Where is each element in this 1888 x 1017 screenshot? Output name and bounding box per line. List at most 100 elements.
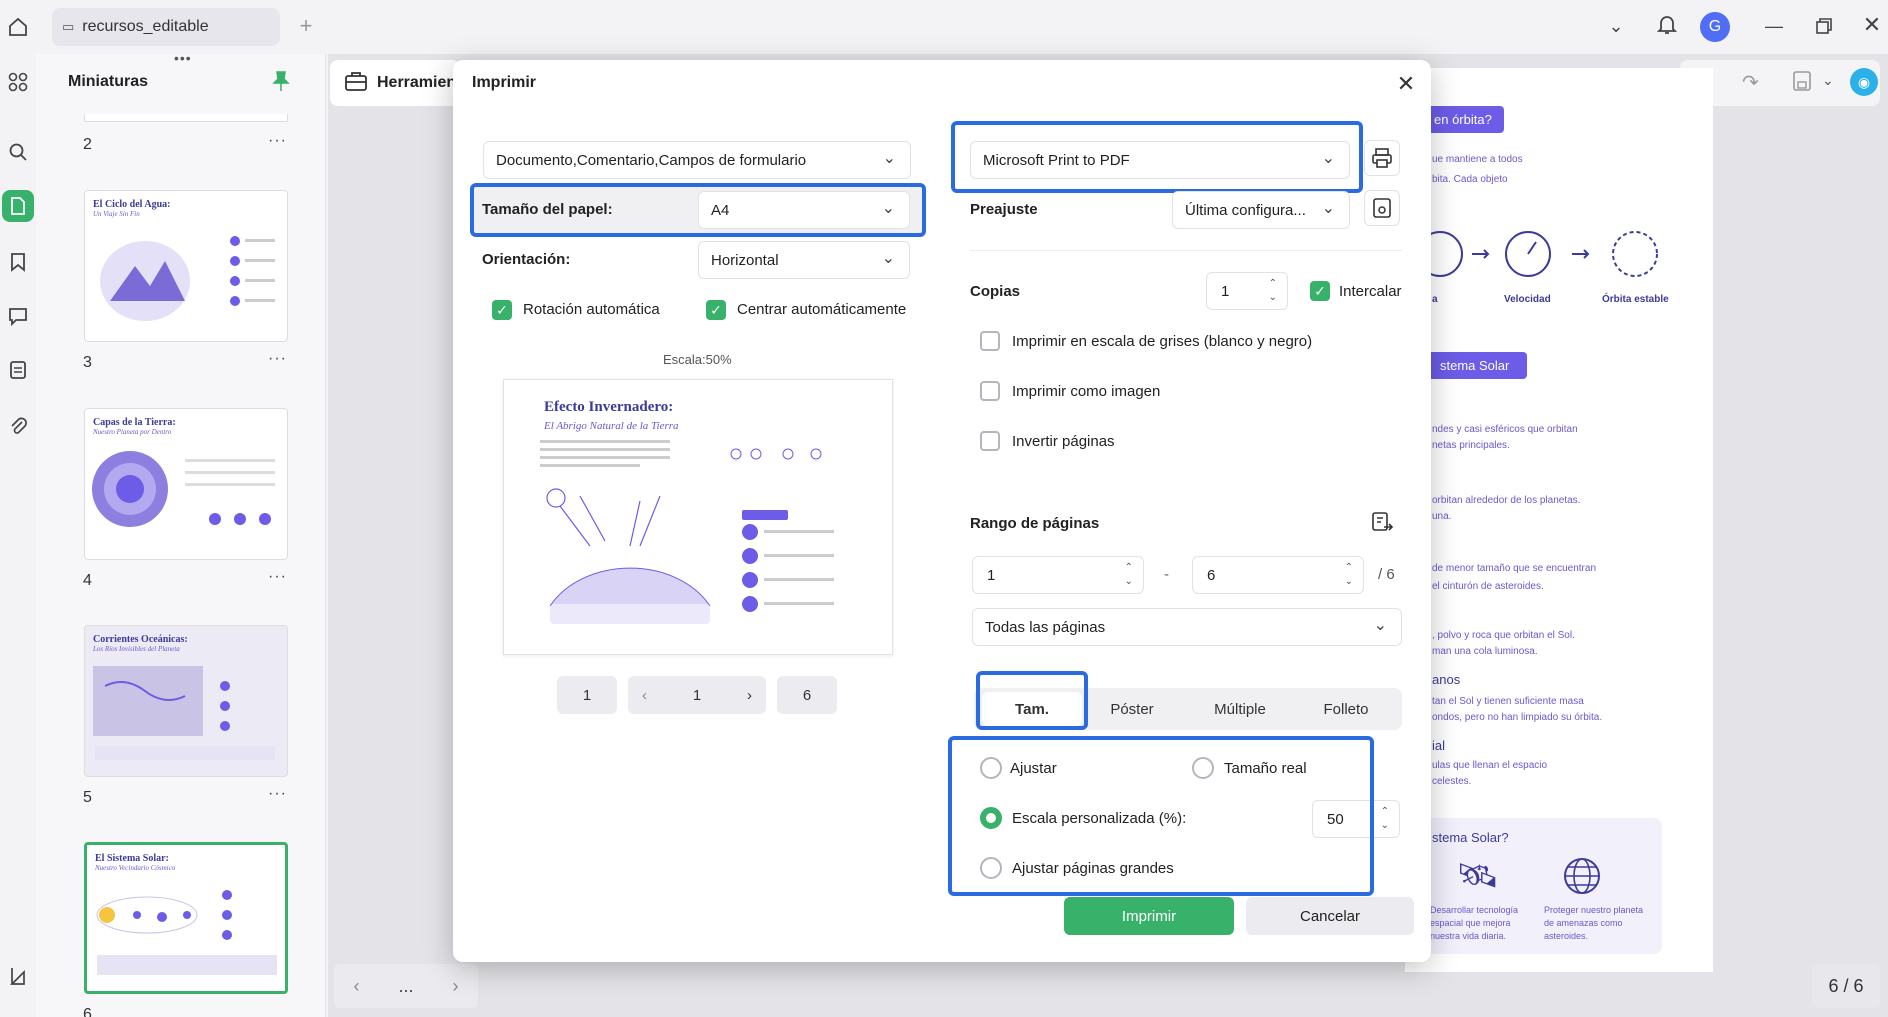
- thumbnail-page-3[interactable]: El Ciclo del Agua: Un Viaje Sin Fin: [84, 190, 288, 342]
- pager-first-button[interactable]: 1: [557, 676, 617, 714]
- search-icon[interactable]: [2, 136, 34, 168]
- range-from-input[interactable]: 1 ⌃ ⌄: [972, 556, 1144, 594]
- custom-scale-stepper-icon[interactable]: ⌃ ⌄: [1381, 805, 1389, 833]
- highlight-scale-options: [948, 736, 1374, 896]
- thumbnail-page-6[interactable]: El Sistema Solar: Nuestro Vecindario Cós…: [84, 842, 288, 994]
- bookmark-icon[interactable]: [2, 246, 34, 278]
- thumbnail-number: 3: [83, 354, 92, 371]
- auto-center-checkbox[interactable]: ✓: [706, 300, 726, 320]
- next-page-icon[interactable]: ›: [452, 976, 458, 997]
- auto-rotate-checkbox[interactable]: ✓: [492, 300, 512, 320]
- thumbnails-title: Miniaturas: [68, 73, 149, 90]
- thumbnail-2-edge: [84, 114, 288, 122]
- doc-text: una.: [1432, 511, 1452, 522]
- thumbnail-page-5[interactable]: Corrientes Oceánicas: Los Ríos Invisible…: [84, 625, 288, 777]
- doc-text: netas principales.: [1432, 440, 1510, 451]
- pager-current[interactable]: 1: [693, 687, 701, 704]
- page-range-settings-icon[interactable]: [1370, 510, 1394, 538]
- thumbnail-more-button[interactable]: ···: [268, 785, 287, 803]
- more-icon[interactable]: ...: [398, 976, 413, 997]
- tab-booklet[interactable]: Folleto: [1300, 688, 1392, 730]
- printer-properties-icon[interactable]: [1364, 140, 1400, 176]
- preview-title: Efecto Invernadero:: [544, 399, 674, 415]
- tab-multiple[interactable]: Múltiple: [1188, 688, 1292, 730]
- range-from-stepper-icon[interactable]: ⌃ ⌄: [1125, 561, 1133, 589]
- thumbnail-graphic: [92, 451, 275, 527]
- pages-select[interactable]: Todas las páginas: [972, 608, 1402, 646]
- panel-drag-handle[interactable]: •••: [174, 50, 192, 66]
- chevron-down-icon[interactable]: ⌄: [1604, 14, 1628, 38]
- avatar[interactable]: G: [1700, 12, 1730, 42]
- doc-text: de menor tamaño que se encuentran: [1432, 563, 1596, 574]
- thumbnail-subtitle: Un Viaje Sin Fin: [93, 210, 140, 218]
- save-icon[interactable]: [1792, 70, 1812, 96]
- save-preset-icon[interactable]: [1364, 190, 1400, 226]
- doc-text: ondos, pero no han limpiado su órbita.: [1432, 712, 1603, 723]
- preset-value: Última configura...: [1185, 201, 1306, 219]
- print-as-image-checkbox[interactable]: [980, 381, 1000, 401]
- file-tab[interactable]: ▭ recursos_editable: [52, 8, 280, 46]
- copies-stepper-icon[interactable]: ⌃ ⌄: [1269, 277, 1277, 305]
- restore-icon[interactable]: [1812, 14, 1836, 38]
- tools-label[interactable]: Herramien: [377, 74, 456, 92]
- thumbnail-graphic: [100, 236, 275, 321]
- range-to-stepper-icon[interactable]: ⌃ ⌄: [1345, 561, 1353, 589]
- bottom-page-nav: ‹ ... ›: [334, 964, 478, 1008]
- thumbnail-more-button[interactable]: ···: [268, 350, 287, 368]
- globe-icon: [1562, 856, 1602, 900]
- print-button[interactable]: Imprimir: [1064, 897, 1234, 935]
- orbit-diagram: [1417, 231, 1658, 277]
- range-to-value: 6: [1207, 566, 1216, 584]
- tools-icon[interactable]: [344, 70, 368, 96]
- reverse-pages-checkbox[interactable]: [980, 431, 1000, 451]
- grayscale-checkbox[interactable]: [980, 331, 1000, 351]
- thumbnail-subtitle: Los Ríos Invisibles del Planeta: [93, 645, 180, 653]
- close-icon[interactable]: ✕: [1394, 71, 1418, 96]
- thumbnail-title: Corrientes Oceánicas:: [93, 634, 188, 645]
- collate-checkbox[interactable]: ✓: [1310, 281, 1330, 301]
- comments-icon[interactable]: [2, 300, 34, 332]
- thumbnail-more-button[interactable]: ···: [268, 568, 287, 586]
- copies-value: 1: [1221, 282, 1230, 300]
- layers-icon[interactable]: [2, 960, 34, 992]
- new-tab-icon[interactable]: +: [294, 13, 318, 38]
- attachment-icon[interactable]: [2, 410, 34, 442]
- pager-prev-icon[interactable]: ‹: [642, 687, 647, 704]
- apps-grid-icon[interactable]: [2, 66, 34, 98]
- content-select[interactable]: Documento,Comentario,Campos de formulari…: [483, 141, 911, 179]
- prev-page-icon[interactable]: ‹: [353, 976, 359, 997]
- pager-last-button[interactable]: 6: [777, 676, 837, 714]
- doc-text: Proteger nuestro planeta de amenazas com…: [1544, 905, 1644, 941]
- thumbnail-title: El Ciclo del Agua:: [93, 199, 171, 210]
- preset-select[interactable]: Última configura...: [1172, 191, 1350, 229]
- doc-text: ulas que llenan el espacio: [1432, 760, 1548, 771]
- thumbnail-more-button[interactable]: ···: [268, 132, 287, 150]
- cancel-button[interactable]: Cancelar: [1246, 897, 1414, 935]
- thumbnail-number: 5: [83, 789, 92, 806]
- minimize-icon[interactable]: —: [1762, 14, 1786, 38]
- grayscale-label: Imprimir en escala de grises (blanco y n…: [1012, 333, 1313, 350]
- form-fields-icon[interactable]: [2, 354, 34, 386]
- highlight-size-tab: [976, 671, 1088, 730]
- doc-text: orbitan alrededor de los planetas.: [1432, 495, 1581, 506]
- redo-icon[interactable]: ↷: [1742, 70, 1759, 95]
- home-icon[interactable]: [4, 13, 32, 41]
- range-to-input[interactable]: 6 ⌃ ⌄: [1192, 556, 1364, 594]
- thumbnails-icon[interactable]: [2, 190, 34, 222]
- doc-text: ndes y casi esféricos que orbitan: [1432, 424, 1578, 435]
- ai-assistant-icon[interactable]: ◉: [1850, 68, 1878, 96]
- tab-poster[interactable]: Póster: [1088, 688, 1176, 730]
- range-from-value: 1: [987, 566, 996, 584]
- doc-text: Desarrollar tecnología espacial que mejo…: [1430, 905, 1519, 941]
- doc-text: tan el Sol y tienen suficiente masa: [1432, 696, 1584, 707]
- copies-input[interactable]: 1 ⌃ ⌄: [1206, 272, 1288, 310]
- orientation-value: Horizontal: [711, 251, 779, 269]
- scale-label: Escala:50%: [663, 352, 732, 367]
- save-dropdown-icon[interactable]: ⌄: [1822, 72, 1834, 89]
- pin-icon[interactable]: [272, 70, 290, 96]
- pager-next-icon[interactable]: ›: [747, 687, 752, 704]
- thumbnail-page-4[interactable]: Capas de la Tierra: Nuestro Planeta por …: [84, 408, 288, 560]
- bell-icon[interactable]: [1654, 12, 1680, 38]
- orientation-select[interactable]: Horizontal: [698, 241, 910, 279]
- close-window-icon[interactable]: ✕: [1860, 12, 1884, 37]
